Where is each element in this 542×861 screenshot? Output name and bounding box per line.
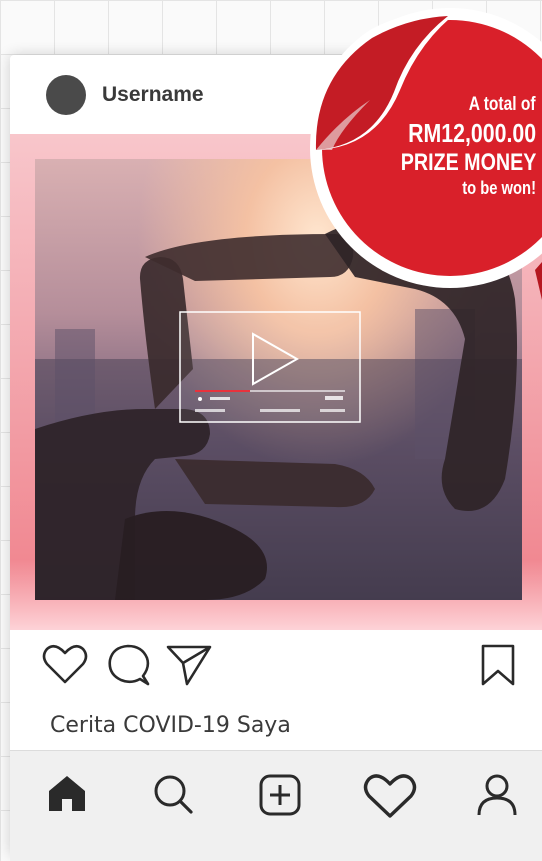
heart-icon[interactable] [42,643,88,689]
username[interactable]: Username [102,83,204,107]
send-icon[interactable] [165,643,213,691]
profile-icon[interactable] [476,773,518,821]
add-post-icon[interactable] [258,773,302,821]
sticker-line-2: RM12,000.00 [407,118,536,148]
sticker-line-1: A total of [469,94,536,115]
prize-sticker: A total of RM12,000.00 PRIZE MONEY to be… [300,0,542,320]
search-icon[interactable] [152,773,194,819]
video-player-graphic [179,311,361,423]
home-icon[interactable] [45,773,89,817]
comment-icon[interactable] [106,643,152,691]
post-actions [10,643,542,703]
avatar[interactable] [46,75,86,115]
bottom-nav [10,750,542,861]
bookmark-icon[interactable] [480,643,516,691]
activity-heart-icon[interactable] [362,773,418,823]
sticker-line-4: to be won! [462,178,536,198]
sticker-line-3: PRIZE MONEY [400,149,536,176]
post-caption: Cerita COVID-19 Saya [50,713,291,738]
